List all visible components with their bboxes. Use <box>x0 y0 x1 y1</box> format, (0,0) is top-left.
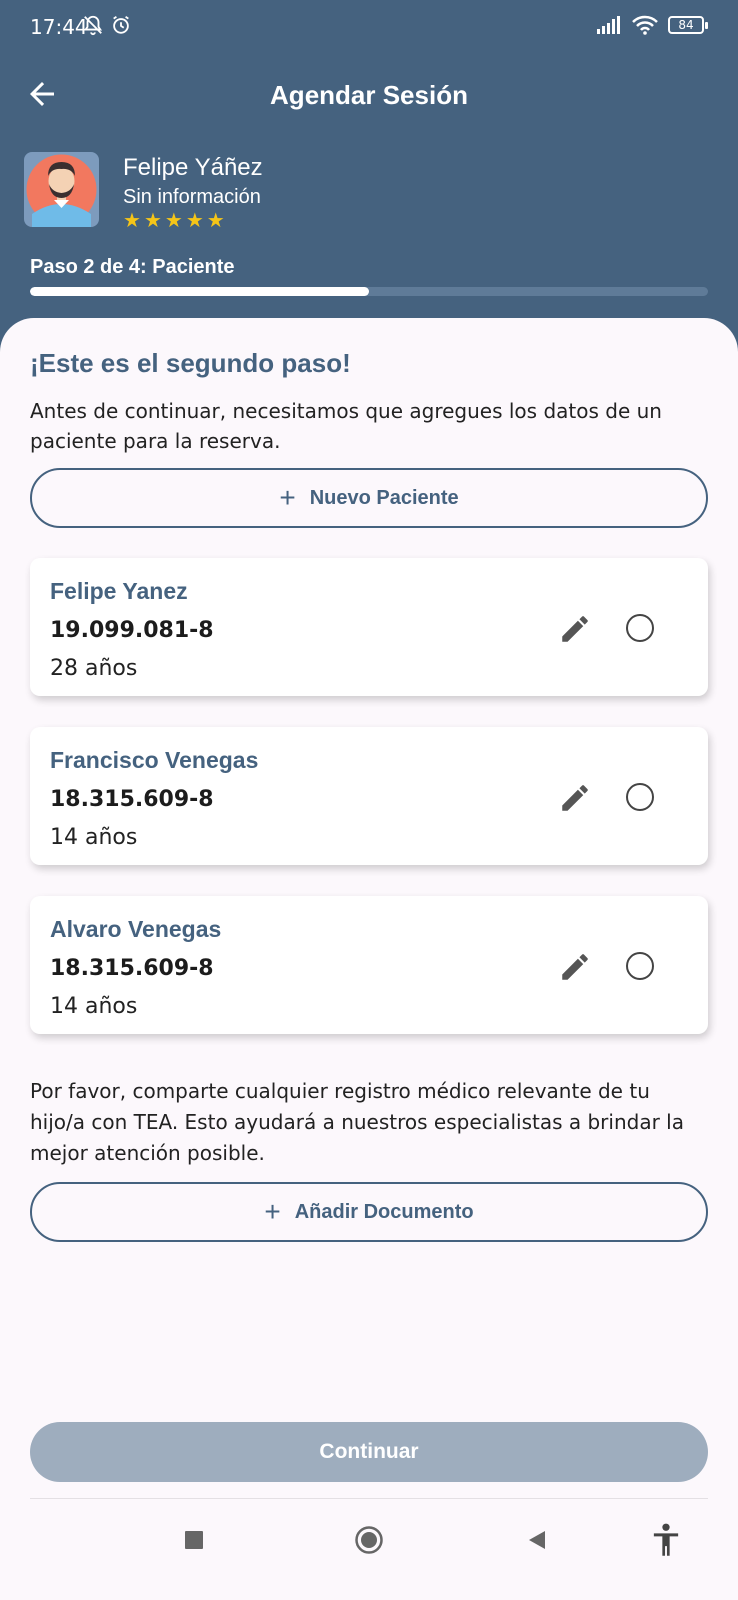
patient-age: 28 años <box>50 656 138 681</box>
person-avatar-icon <box>26 154 97 227</box>
add-document-button[interactable]: + Añadir Documento <box>30 1182 708 1242</box>
select-patient-radio[interactable] <box>626 783 654 811</box>
add-document-label: Añadir Documento <box>294 1200 474 1223</box>
status-time: 17:44 <box>30 15 88 39</box>
patient-name: Francisco Venegas <box>50 747 259 773</box>
patient-card[interactable]: Francisco Venegas 18.315.609-8 14 años <box>30 727 708 865</box>
alarm-icon <box>113 15 129 34</box>
status-bar: 17:44 84 <box>0 0 738 52</box>
square-icon <box>185 1531 203 1549</box>
edit-patient-button[interactable] <box>558 781 592 815</box>
edit-patient-button[interactable] <box>558 950 592 984</box>
section-heading: ¡Este es el segundo paso! <box>30 348 351 378</box>
star-icon: ★ <box>123 210 141 232</box>
select-patient-radio[interactable] <box>626 952 654 980</box>
patient-name: Felipe Yanez <box>50 578 188 604</box>
app-bar: Agendar Sesión <box>0 60 738 130</box>
patient-card[interactable]: Felipe Yanez 19.099.081-8 28 años <box>30 558 708 696</box>
avatar <box>24 152 99 227</box>
star-icon: ★ <box>143 210 162 232</box>
specialist-info: Sin información <box>123 186 261 208</box>
pencil-icon <box>562 616 588 642</box>
bell-off-icon <box>83 15 103 36</box>
step-progress-fill <box>30 287 369 296</box>
edit-patient-button[interactable] <box>558 612 592 646</box>
patient-name: Alvaro Venegas <box>50 916 222 942</box>
new-patient-button[interactable]: + Nuevo Paciente <box>30 468 708 528</box>
page-title: Agendar Sesión <box>270 80 468 110</box>
star-icon: ★ <box>185 210 204 232</box>
star-icon: ★ <box>164 210 183 232</box>
back-nav-button[interactable] <box>517 1520 557 1560</box>
continue-button[interactable]: Continuar <box>30 1422 708 1482</box>
step-progress-bar <box>30 287 708 296</box>
triangle-back-icon <box>529 1531 545 1549</box>
wifi-icon <box>632 15 658 35</box>
patient-age: 14 años <box>50 994 138 1019</box>
patient-id: 18.315.609-8 <box>50 956 214 981</box>
patient-card[interactable]: Alvaro Venegas 18.315.609-8 14 años <box>30 896 708 1034</box>
signal-icon <box>597 16 620 34</box>
plus-icon: + <box>264 1196 281 1227</box>
patient-id: 19.099.081-8 <box>50 618 214 643</box>
specialist-profile: Felipe Yáñez Sin información ★ ★ ★ ★ ★ <box>24 152 714 232</box>
star-icon: ★ <box>206 210 225 232</box>
pencil-icon <box>562 954 588 980</box>
new-patient-label: Nuevo Paciente <box>309 486 459 509</box>
plus-icon: + <box>279 482 296 513</box>
medical-records-note: Por favor, comparte cualquier registro m… <box>30 1079 684 1165</box>
patient-id: 18.315.609-8 <box>50 787 214 812</box>
step-label: Paso 2 de 4: Paciente <box>30 256 235 278</box>
battery-icon: 84 <box>668 16 708 34</box>
home-button[interactable] <box>349 1520 389 1560</box>
content-sheet: ¡Este es el segundo paso! Antes de conti… <box>0 318 738 1600</box>
system-nav-bar <box>0 1500 738 1600</box>
accessibility-button[interactable] <box>646 1520 686 1560</box>
divider <box>30 1498 708 1499</box>
specialist-name: Felipe Yáñez <box>123 154 263 181</box>
select-patient-radio[interactable] <box>626 614 654 642</box>
intro-text: Antes de continuar, necesitamos que agre… <box>30 399 662 453</box>
patient-age: 14 años <box>50 825 138 850</box>
accessibility-icon <box>653 1523 679 1556</box>
pencil-icon <box>562 785 588 811</box>
rating-stars: ★ ★ ★ ★ ★ <box>123 210 225 232</box>
circle-home-icon <box>355 1526 383 1554</box>
recents-button[interactable] <box>174 1520 214 1560</box>
